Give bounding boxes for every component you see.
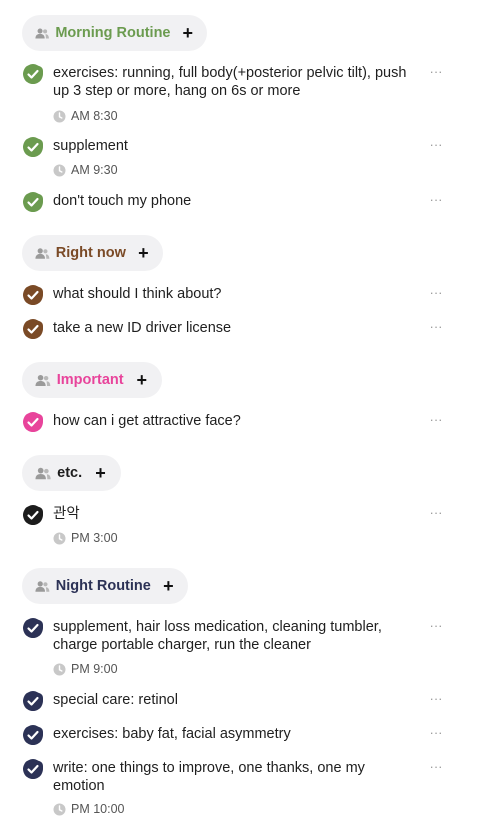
people-icon [35,247,50,259]
task-text[interactable]: take a new ID driver license [53,319,413,337]
more-options-button[interactable]: ··· [426,137,446,153]
more-options-button[interactable]: ··· [426,192,446,208]
add-task-button[interactable]: + [90,462,111,484]
more-options-button[interactable]: ··· [426,319,446,335]
checkbox-checked-icon[interactable] [22,724,44,746]
group-name: Right now [55,245,126,261]
task-time: PM 3:00 [53,531,118,545]
task-time: PM 10:00 [53,802,125,816]
group-chip[interactable]: Night Routine + [22,568,188,604]
clock-icon [53,110,66,122]
task-text[interactable]: special care: retinol [53,691,413,709]
checkbox-checked-icon[interactable] [22,63,44,85]
task-text[interactable]: exercises: baby fat, facial asymmetry [53,725,413,743]
group-name: Night Routine [55,578,151,594]
people-icon [35,374,51,386]
people-icon [35,27,49,39]
task-text[interactable]: write: one things to improve, one thanks… [53,759,413,795]
more-options-button[interactable]: ··· [426,412,446,428]
more-options-button[interactable]: ··· [426,64,446,80]
task-time: AM 8:30 [53,109,118,123]
checkbox-checked-icon[interactable] [22,690,44,712]
time-text: AM 8:30 [71,109,118,123]
time-text: AM 9:30 [71,163,118,177]
task-text[interactable]: 관악 [53,505,413,523]
more-options-button[interactable]: ··· [426,618,446,634]
task-time: PM 9:00 [53,662,118,676]
add-task-button[interactable]: + [132,369,152,391]
add-task-button[interactable]: + [134,242,153,264]
time-text: PM 10:00 [71,802,125,816]
todo-list: Morning Routine + exercises: running, fu… [0,0,481,828]
checkbox-checked-icon[interactable] [22,318,44,340]
group-chip[interactable]: Important + [22,362,162,398]
task-text[interactable]: exercises: running, full body(+posterior… [53,64,413,100]
task-text[interactable]: supplement [53,137,413,155]
more-options-button[interactable]: ··· [426,285,446,301]
group-chip[interactable]: Right now + [22,235,163,271]
checkbox-checked-icon[interactable] [22,411,44,433]
checkbox-checked-icon[interactable] [22,284,44,306]
people-icon [35,580,50,592]
more-options-button[interactable]: ··· [426,759,446,775]
add-task-button[interactable]: + [159,575,178,597]
more-options-button[interactable]: ··· [426,725,446,741]
group-chip[interactable]: Morning Routine + [22,15,207,51]
time-text: PM 3:00 [71,531,118,545]
checkbox-checked-icon[interactable] [22,136,44,158]
task-text[interactable]: supplement, hair loss medication, cleani… [53,618,413,654]
group-name: Important [56,372,124,388]
checkbox-checked-icon[interactable] [22,617,44,639]
more-options-button[interactable]: ··· [426,691,446,707]
add-task-button[interactable]: + [178,22,197,44]
clock-icon [53,532,66,544]
task-time: AM 9:30 [53,163,118,177]
clock-icon [53,663,66,675]
clock-icon [53,803,66,815]
checkbox-checked-icon[interactable] [22,504,44,526]
more-options-button[interactable]: ··· [426,505,446,521]
task-text[interactable]: how can i get attractive face? [53,412,413,430]
group-name: etc. [57,465,83,481]
people-icon [35,467,51,479]
group-name: Morning Routine [55,25,171,41]
group-chip[interactable]: etc. + [22,455,121,491]
task-text[interactable]: don't touch my phone [53,192,413,210]
checkbox-checked-icon[interactable] [22,758,44,780]
time-text: PM 9:00 [71,662,118,676]
task-text[interactable]: what should I think about? [53,285,413,303]
clock-icon [53,164,66,176]
checkbox-checked-icon[interactable] [22,191,44,213]
